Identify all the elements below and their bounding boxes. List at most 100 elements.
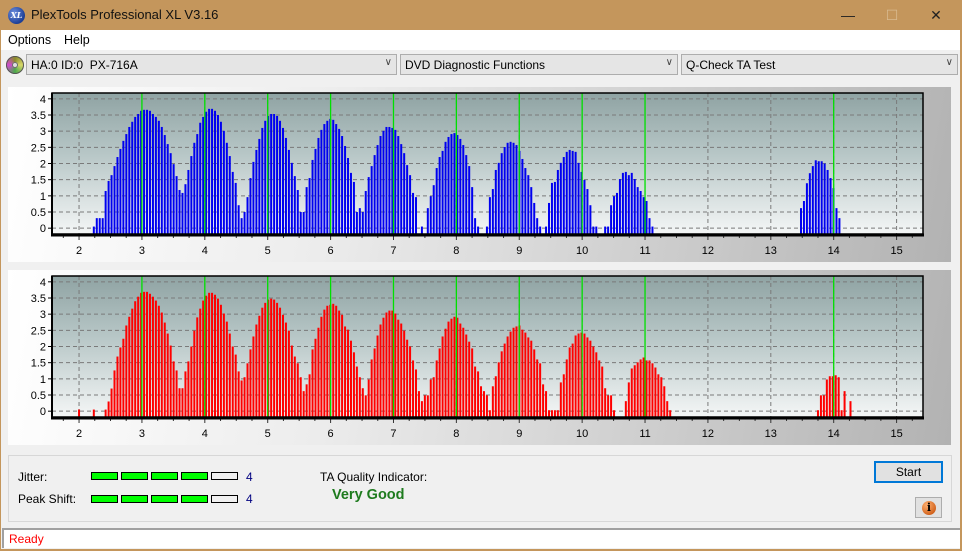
bottom-chart-bar	[574, 335, 577, 417]
top-chart-bar	[349, 172, 352, 234]
top-chart-bar	[415, 197, 417, 234]
top-chart-bar	[314, 148, 317, 234]
menu-options[interactable]: Options	[8, 33, 51, 47]
bottom-chart-bar	[834, 375, 837, 417]
info-icon: i	[922, 501, 936, 515]
top-chart-bar	[394, 129, 397, 234]
top-chart-bar	[119, 148, 122, 234]
x-tick-label: 5	[265, 245, 271, 257]
top-chart-bar	[214, 110, 217, 234]
maximize-button[interactable]: ☐	[870, 0, 914, 30]
bottom-chart-bar	[335, 305, 338, 417]
bottom-chart-bar	[122, 338, 125, 417]
top-chart-bar	[462, 145, 465, 234]
bottom-chart-bar	[400, 323, 403, 417]
bottom-chart-bar	[651, 363, 654, 417]
top-chart-bar	[137, 114, 140, 234]
bottom-chart-bar	[281, 314, 284, 417]
top-chart-bar	[243, 212, 246, 234]
test-select[interactable]: Q-Check TA Test ∨	[681, 54, 958, 75]
bottom-chart-bar	[299, 377, 302, 417]
maximize-icon: ☐	[885, 7, 899, 23]
top-chart-bar	[110, 175, 113, 234]
y-tick-label: 3	[40, 309, 46, 321]
menu-help[interactable]: Help	[64, 33, 90, 47]
top-chart-bar	[613, 196, 616, 234]
bottom-chart-bar	[131, 308, 134, 417]
top-chart-bar	[317, 137, 320, 234]
y-tick-label: 4	[40, 94, 46, 106]
minimize-icon: —	[841, 7, 855, 23]
top-chart-bar	[157, 120, 160, 234]
top-chart-bar	[805, 183, 808, 234]
bottom-chart-bar	[323, 309, 326, 417]
bottom-chart-bar	[521, 329, 524, 417]
top-chart-bar	[338, 128, 341, 234]
bottom-chart-bar	[397, 319, 400, 417]
top-chart-bar	[420, 226, 423, 234]
bottom-chart-bar	[110, 388, 113, 417]
x-tick-label: 8	[453, 245, 459, 257]
bottom-chart-bar	[462, 327, 465, 417]
top-chart-bar	[503, 147, 506, 234]
bottom-chart-bar	[92, 409, 95, 417]
results-group	[8, 455, 952, 522]
top-chart-bar	[125, 134, 128, 234]
y-tick-label: 1	[40, 374, 46, 386]
level-segment	[211, 495, 238, 503]
top-chart-bar	[536, 218, 539, 234]
bottom-chart-bar	[341, 314, 344, 417]
bottom-chart-bar	[562, 374, 565, 417]
bottom-chart-bar	[175, 370, 178, 417]
top-chart-bar	[95, 218, 98, 234]
top-chart-bar	[829, 178, 832, 234]
bottom-series	[78, 291, 852, 417]
top-chart-bar	[800, 208, 802, 234]
bottom-chart-bar	[364, 395, 367, 417]
top-chart-bar	[231, 171, 234, 234]
bottom-chart-bar	[406, 339, 409, 417]
level-segment	[181, 472, 208, 480]
bottom-chart-bar	[137, 296, 140, 417]
bottom-chart-bar	[373, 348, 376, 417]
top-chart-bar	[527, 175, 530, 234]
top-chart-bar	[817, 161, 820, 234]
bottom-chart-bar	[450, 318, 453, 417]
drive-select[interactable]: HA:0 ID:0 PX-716A ∨	[26, 54, 397, 75]
bottom-chart-bar	[485, 395, 488, 417]
bottom-chart-bar	[840, 410, 843, 417]
bottom-chart-bar	[412, 360, 415, 417]
bottom-chart-bar	[228, 333, 231, 417]
top-chart-bar	[559, 162, 562, 234]
x-tick-label: 2	[76, 428, 82, 440]
minimize-button[interactable]: —	[826, 0, 870, 30]
bottom-chart-bar	[553, 410, 556, 417]
top-chart-bar	[491, 189, 494, 234]
bottom-chart-bar	[645, 360, 648, 417]
start-button[interactable]: Start	[874, 461, 943, 483]
bottom-chart-bar	[196, 317, 199, 417]
top-chart-bar	[621, 172, 624, 234]
chevron-down-icon: ∨	[665, 57, 673, 68]
top-chart-bar	[494, 169, 497, 234]
function-select[interactable]: DVD Diagnostic Functions ∨	[400, 54, 678, 75]
top-chart-bar	[388, 126, 391, 234]
info-button[interactable]: i	[915, 497, 942, 518]
close-button[interactable]: ✕	[914, 0, 958, 30]
bottom-chart-bar	[423, 395, 426, 417]
bottom-chart-bar	[199, 308, 202, 417]
bottom-chart-bar	[822, 395, 825, 417]
bottom-chart-bar	[293, 356, 296, 417]
top-chart-bar	[447, 136, 450, 234]
bottom-chart-bar	[432, 377, 435, 417]
bottom-chart-bar	[370, 359, 373, 417]
x-tick-label: 9	[516, 245, 522, 257]
bottom-chart-bar	[187, 361, 190, 417]
bottom-chart-bar	[636, 362, 639, 417]
bottom-chart-bar	[237, 371, 240, 417]
top-chart-bar	[406, 165, 409, 234]
top-chart-bar	[509, 141, 512, 234]
y-tick-label: 1.5	[31, 358, 46, 370]
bottom-chart-bar	[252, 336, 255, 417]
level-segment	[91, 495, 118, 503]
